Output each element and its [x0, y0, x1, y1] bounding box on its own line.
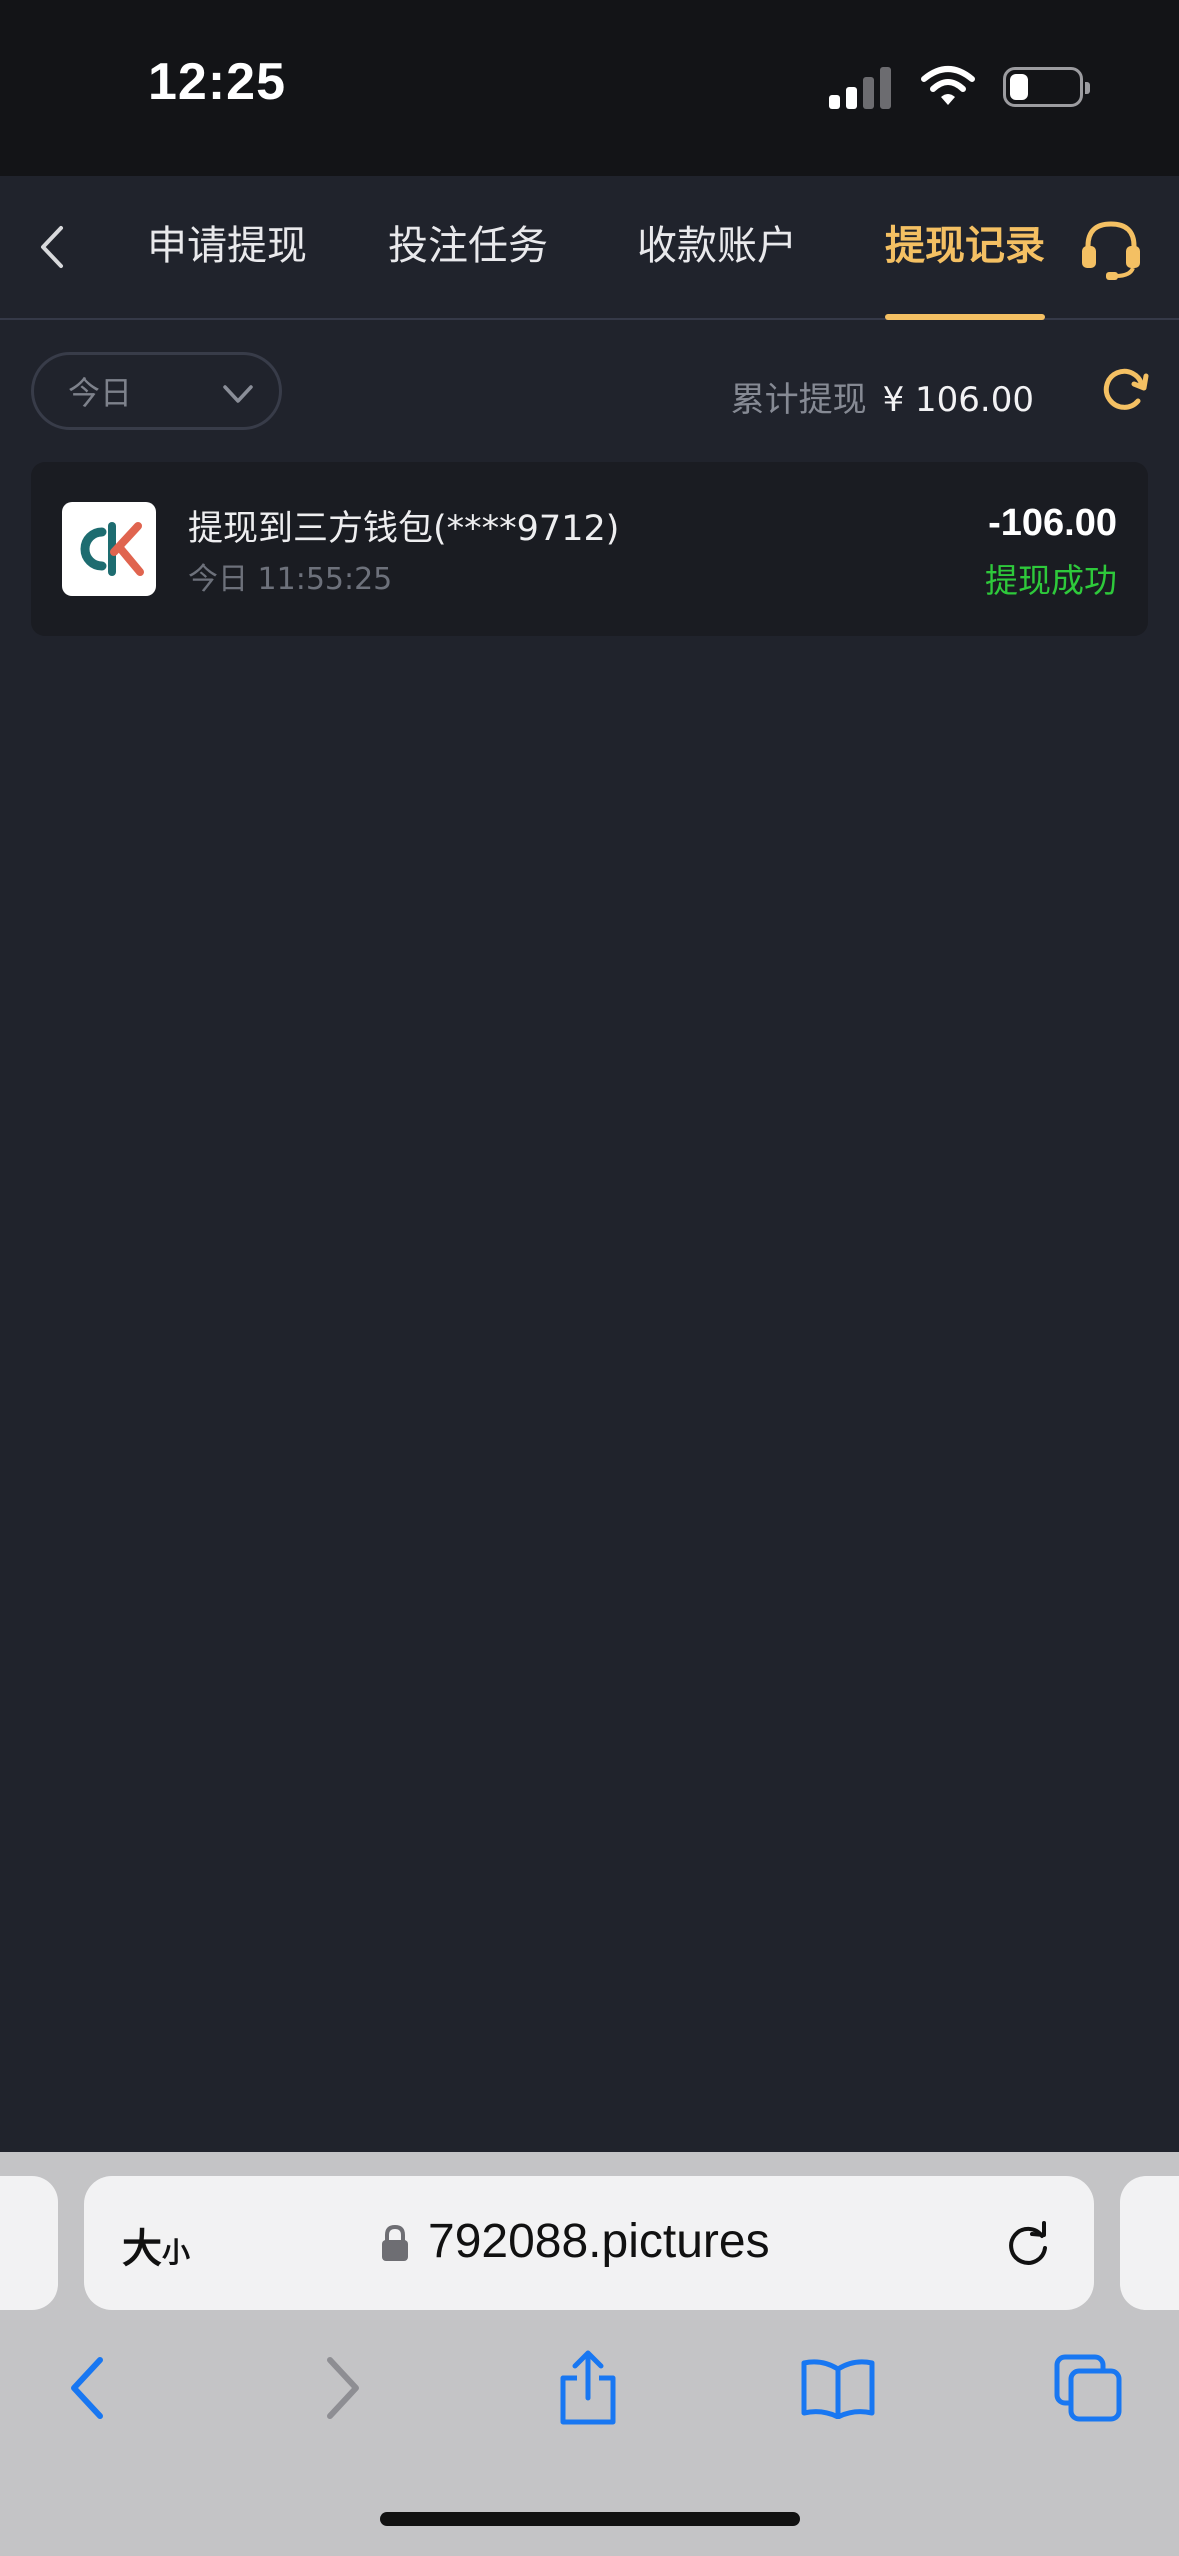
date-filter-value: 今日 — [68, 374, 133, 412]
active-tab-indicator — [885, 314, 1045, 320]
tabs-button[interactable] — [1048, 2348, 1128, 2428]
withdraw-record-item[interactable]: 提现到三方钱包(****9712) 今日 11:55:25 -106.00 提现… — [31, 462, 1148, 636]
tab-withdraw-records[interactable]: 提现记录 — [885, 176, 1045, 320]
previous-tab-preview[interactable] — [0, 2176, 58, 2310]
status-icons — [829, 62, 1090, 112]
record-title: 提现到三方钱包(****9712) — [188, 509, 620, 549]
safari-forward-icon — [327, 2357, 359, 2419]
chevron-down-icon — [223, 385, 253, 403]
share-icon — [560, 2350, 616, 2425]
back-button[interactable] — [24, 214, 80, 280]
text-size-button[interactable]: 大小 — [122, 2216, 190, 2274]
bookmarks-button[interactable] — [798, 2348, 878, 2428]
tab-label: 提现记录 — [885, 223, 1045, 269]
reload-icon[interactable] — [1002, 2218, 1054, 2270]
battery-icon — [1003, 67, 1090, 107]
safari-back-icon — [71, 2357, 103, 2419]
total-withdrawn-amount: ¥ 106.00 — [882, 380, 1034, 420]
date-filter-select[interactable]: 今日 — [31, 352, 282, 430]
tabs-icon — [1054, 2354, 1122, 2422]
browser-toolbar: 大小 792088.pictures — [0, 2152, 1179, 2556]
cellular-signal-icon — [829, 65, 893, 109]
back-icon — [41, 226, 63, 268]
total-withdrawn-label: 累计提现 — [730, 380, 867, 420]
address-bar[interactable]: 大小 792088.pictures — [84, 2176, 1094, 2310]
record-amount: -106.00 — [988, 502, 1117, 544]
text-size-small: 小 — [162, 2236, 191, 2269]
tab-label: 投注任务 — [388, 223, 548, 269]
next-tab-preview[interactable] — [1120, 2176, 1179, 2310]
record-time: 今日 11:55:25 — [188, 562, 393, 597]
status-time: 12:25 — [148, 53, 286, 111]
tab-receiving-account[interactable]: 收款账户 — [637, 176, 797, 320]
record-status: 提现成功 — [985, 561, 1117, 600]
safari-back-button[interactable] — [48, 2348, 128, 2428]
lock-icon — [382, 2224, 408, 2261]
safari-forward-button[interactable] — [302, 2348, 382, 2428]
wallet-logo-icon — [62, 502, 156, 596]
status-bar: 12:25 — [0, 0, 1179, 176]
text-size-large: 大 — [122, 2226, 162, 2272]
tab-label: 申请提现 — [147, 223, 307, 269]
url-text: 792088.pictures — [428, 2215, 770, 2268]
tab-betting-tasks[interactable]: 投注任务 — [388, 176, 548, 320]
refresh-icon[interactable] — [1100, 364, 1150, 414]
total-withdrawn: 累计提现 ¥ 106.00 — [731, 372, 1034, 421]
tab-label: 收款账户 — [637, 223, 797, 269]
share-button[interactable] — [548, 2348, 628, 2428]
wifi-icon — [921, 66, 975, 105]
tab-apply-withdraw[interactable]: 申请提现 — [147, 176, 307, 320]
top-nav: 申请提现 投注任务 收款账户 提现记录 — [0, 176, 1179, 320]
headset-icon[interactable] — [1078, 216, 1144, 282]
home-indicator — [380, 2512, 800, 2526]
bookmarks-icon — [801, 2359, 875, 2419]
